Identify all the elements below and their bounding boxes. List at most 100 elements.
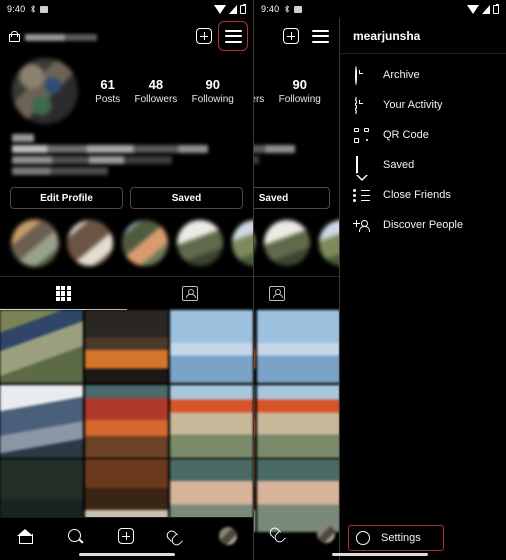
add-person-icon	[353, 217, 370, 234]
nav-profile-button[interactable]	[218, 526, 238, 546]
highlight-item[interactable]	[264, 220, 310, 266]
bio-line-4	[12, 167, 108, 175]
wifi-icon	[467, 4, 479, 14]
hamburger-menu-icon	[224, 29, 242, 43]
signal-icon	[482, 4, 490, 14]
photo-thumb[interactable]	[256, 310, 339, 383]
nav-activity-button[interactable]	[167, 526, 187, 546]
photo-thumb[interactable]	[256, 384, 339, 458]
saved-button[interactable]: Saved	[130, 187, 243, 209]
search-icon	[68, 528, 83, 544]
nav-activity-button[interactable]	[270, 523, 290, 543]
photo-thumb[interactable]	[84, 310, 169, 383]
photo-thumb[interactable]	[169, 310, 253, 383]
add-post-button[interactable]	[193, 25, 215, 47]
tagged-photos-icon	[181, 286, 198, 301]
stat-followers[interactable]: 48 Followers	[254, 76, 264, 107]
status-bar: 9:40	[254, 0, 506, 18]
stat-following[interactable]: 90 Following	[192, 76, 234, 107]
lock-icon	[9, 30, 20, 42]
highlight-item[interactable]	[122, 220, 168, 266]
dual-screenshot: 9:40 61 Posts 48 Followers 90 Following …	[0, 0, 506, 560]
highlight-item[interactable]	[254, 220, 255, 266]
right-phone-screen: 9:40 rs 90 Following Saved mearjunsha Ar…	[253, 0, 506, 560]
battery-icon	[493, 3, 499, 14]
highlight-item[interactable]	[67, 220, 113, 266]
peek-profile-summary: 61 Posts 48 Followers 90 Following	[254, 54, 339, 124]
plus-square-icon	[196, 28, 212, 44]
grid-icon	[55, 286, 71, 301]
edit-profile-button[interactable]: Edit Profile	[10, 187, 123, 209]
add-post-button[interactable]	[280, 25, 302, 47]
heart-icon	[269, 522, 291, 544]
photo-thumb[interactable]	[254, 310, 256, 383]
profile-summary: 61 Posts 48 Followers 90 Following	[0, 54, 253, 124]
username-redacted[interactable]	[25, 32, 97, 41]
stat-followers-label: Followers	[254, 93, 265, 105]
peek-action-buttons: Edit Profile Saved	[254, 178, 339, 209]
menu-item-label: Your Activity	[383, 99, 443, 111]
stat-posts[interactable]: 61 Posts	[95, 76, 120, 107]
peek-story-highlights	[254, 209, 339, 276]
nav-search-button[interactable]	[66, 526, 86, 546]
profile-avatar	[218, 527, 237, 545]
profile-page-peek-inner: 61 Posts 48 Followers 90 Following	[254, 18, 339, 532]
stat-following-count: 90	[292, 76, 307, 92]
photo-thumb[interactable]	[0, 310, 84, 383]
peek-bio-redacted	[254, 124, 339, 175]
stat-following[interactable]: 90 Following	[279, 76, 321, 107]
menu-item-saved[interactable]: Saved	[341, 150, 506, 180]
menu-item-archive[interactable]: Archive	[341, 60, 506, 90]
status-right-icons	[214, 3, 246, 14]
bio-line-3	[12, 156, 172, 164]
highlight-item[interactable]	[319, 220, 339, 266]
nav-create-button[interactable]	[116, 526, 136, 546]
story-highlights	[0, 209, 253, 276]
status-right-icons	[467, 3, 499, 14]
profile-avatar[interactable]	[12, 58, 78, 124]
bio-line-1	[12, 134, 34, 142]
peek-photo-grid	[254, 310, 339, 532]
menu-item-qr-code[interactable]: QR Code	[341, 120, 506, 150]
photo-thumb[interactable]	[254, 384, 256, 458]
profile-page-peek[interactable]: 61 Posts 48 Followers 90 Following	[254, 18, 340, 560]
peek-profile-tabs	[254, 276, 339, 310]
photo-thumb[interactable]	[169, 384, 253, 458]
stat-posts-label: Posts	[95, 93, 121, 105]
menu-item-label: QR Code	[383, 129, 429, 141]
tab-tagged[interactable]	[127, 277, 254, 310]
status-time: 9:40	[7, 4, 26, 14]
status-time: 9:40	[261, 4, 280, 14]
tab-grid[interactable]	[0, 277, 127, 310]
menu-item-discover-people[interactable]: Discover People	[341, 210, 506, 240]
status-bar: 9:40	[0, 0, 253, 18]
stat-followers-count: 48	[254, 76, 264, 93]
hamburger-menu-button[interactable]	[218, 21, 248, 51]
hamburger-menu-icon	[311, 29, 329, 43]
menu-item-your-activity[interactable]: Your Activity	[341, 90, 506, 120]
drawer-username[interactable]: mearjunsha	[341, 18, 506, 54]
list-people-icon	[353, 187, 370, 204]
highlight-item[interactable]	[177, 220, 223, 266]
profile-stats: 61 Posts 48 Followers 90 Following	[84, 76, 241, 107]
profile-stats: 61 Posts 48 Followers 90 Following	[254, 76, 328, 107]
menu-item-close-friends[interactable]: Close Friends	[341, 180, 506, 210]
highlight-item[interactable]	[232, 220, 253, 266]
saved-button[interactable]: Saved	[254, 187, 330, 209]
archive-clock-icon	[353, 65, 370, 85]
photo-thumb[interactable]	[84, 384, 169, 458]
highlight-item[interactable]	[12, 220, 58, 266]
nav-profile-button[interactable]	[316, 524, 336, 544]
status-left-icons	[284, 5, 303, 13]
menu-item-label: Discover People	[383, 219, 464, 231]
hamburger-menu-button[interactable]	[309, 25, 331, 47]
photo-thumb[interactable]	[0, 384, 84, 458]
nav-home-button[interactable]	[15, 526, 35, 546]
username-blur-line-2	[25, 33, 97, 41]
stat-posts-count: 61	[100, 76, 115, 92]
stat-followers[interactable]: 48 Followers	[134, 76, 177, 107]
signal-icon	[229, 4, 237, 14]
tab-tagged[interactable]	[254, 277, 339, 310]
menu-item-label: Saved	[383, 159, 415, 171]
drawer-menu: Archive Your Activity QR Code Saved Clos…	[341, 54, 506, 240]
